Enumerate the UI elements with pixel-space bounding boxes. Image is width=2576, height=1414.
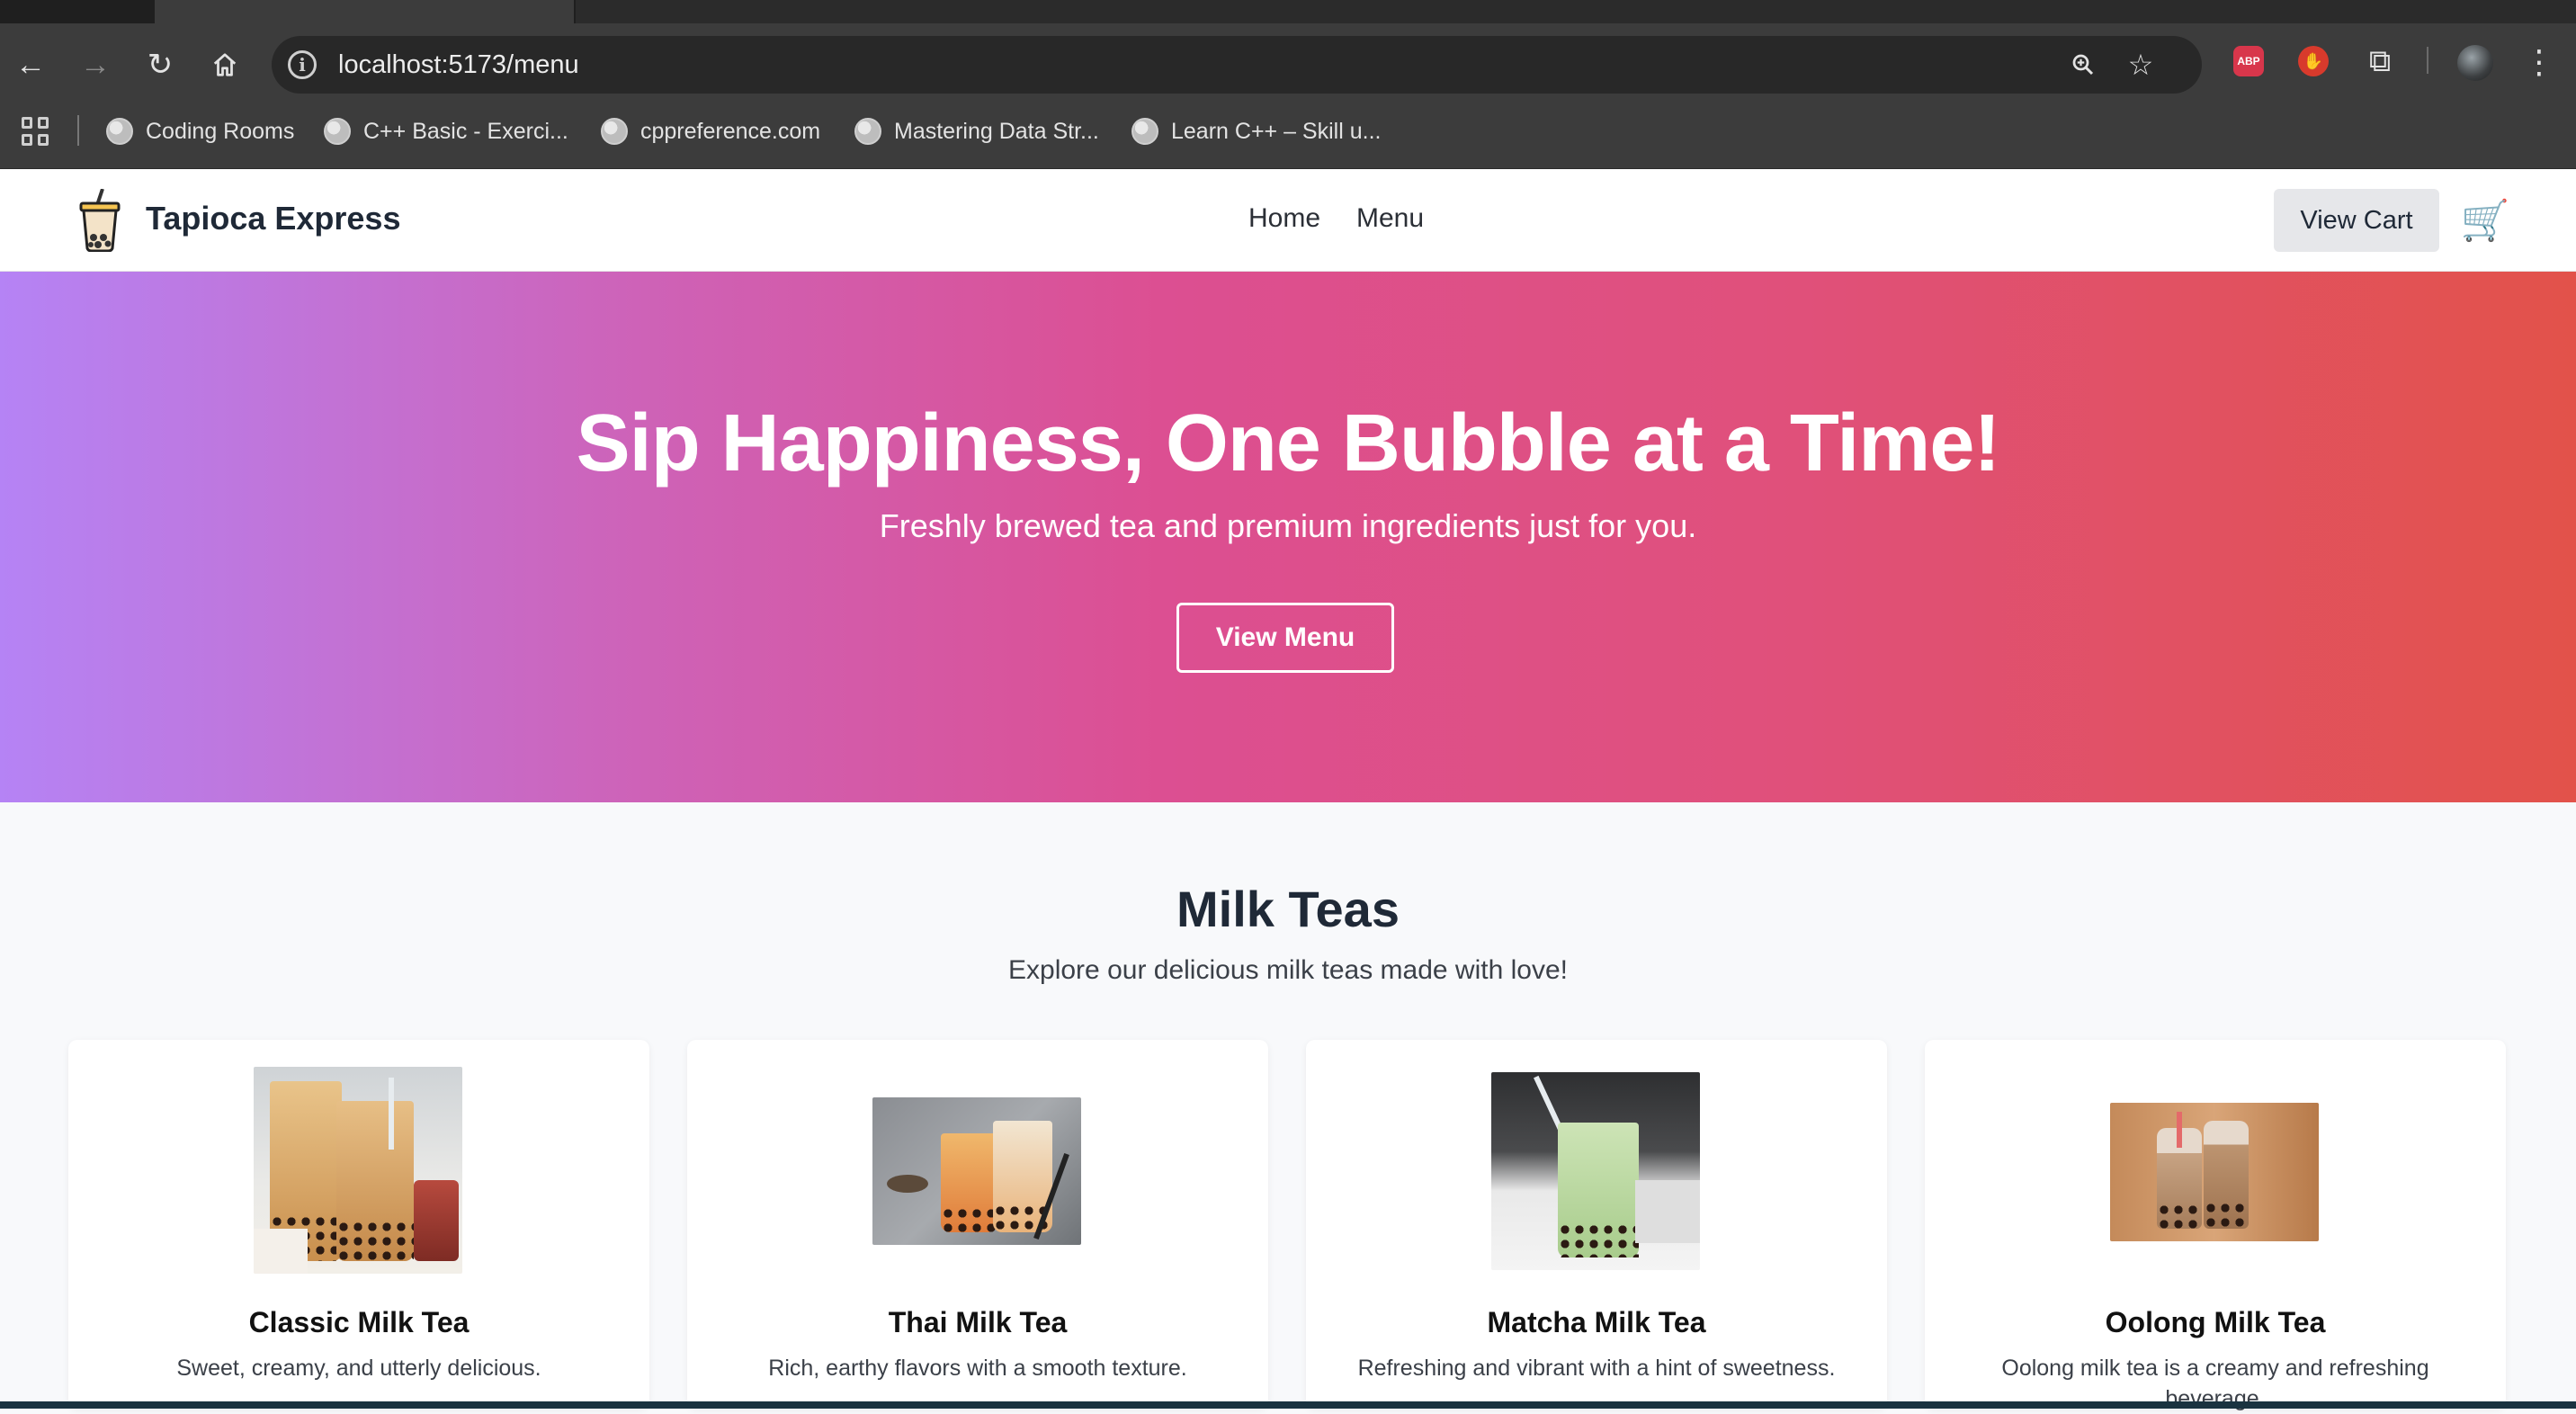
apps-grid-icon[interactable] bbox=[22, 117, 50, 146]
bookmark-cpp-basic[interactable]: C++ Basic - Exerci... bbox=[324, 113, 568, 149]
product-name: Classic Milk Tea bbox=[248, 1306, 470, 1338]
bookmark-mastering-data[interactable]: Mastering Data Str... bbox=[854, 113, 1099, 149]
brand-name[interactable]: Tapioca Express bbox=[146, 200, 400, 237]
thai-milk-tea-image bbox=[872, 1097, 1081, 1245]
section-subtitle: Explore our delicious milk teas made wit… bbox=[1008, 955, 1568, 985]
tab-strip bbox=[0, 0, 2576, 23]
window-bottom-edge bbox=[0, 1401, 2576, 1409]
product-card[interactable]: Classic Milk Tea Sweet, creamy, and utte… bbox=[68, 1040, 649, 1409]
product-description: Rich, earthy flavors with a smooth textu… bbox=[768, 1356, 1187, 1381]
classic-milk-tea-image bbox=[254, 1067, 462, 1274]
stop-hand-extension-icon[interactable]: ✋ bbox=[2295, 43, 2331, 79]
globe-icon bbox=[601, 118, 628, 145]
globe-icon bbox=[854, 118, 881, 145]
shopping-cart-icon[interactable]: 🛒 bbox=[2461, 196, 2510, 245]
bookmark-label: cppreference.com bbox=[640, 118, 821, 144]
browser-toolbar: ← → ↻ i localhost:5173/menu ☆ bbox=[0, 23, 2576, 106]
reload-icon[interactable]: ↻ bbox=[135, 40, 185, 90]
product-card[interactable]: Oolong Milk Tea Oolong milk tea is a cre… bbox=[1925, 1040, 2506, 1411]
product-name: Matcha Milk Tea bbox=[1487, 1306, 1706, 1338]
product-card[interactable]: Thai Milk Tea Rich, earthy flavors with … bbox=[687, 1040, 1268, 1409]
bookmark-label: Coding Rooms bbox=[146, 118, 295, 144]
active-tab[interactable] bbox=[155, 0, 574, 23]
bookmarks-divider bbox=[77, 115, 79, 146]
bookmark-learn-cpp[interactable]: Learn C++ – Skill u... bbox=[1131, 113, 1381, 149]
adblock-extension-icon[interactable]: ABP bbox=[2231, 43, 2267, 79]
extensions-puzzle-icon[interactable]: ⧉ bbox=[2362, 43, 2398, 79]
product-description: Sweet, creamy, and utterly delicious. bbox=[176, 1356, 541, 1381]
view-menu-button[interactable]: View Menu bbox=[1176, 603, 1394, 673]
bookmark-cppreference[interactable]: cppreference.com bbox=[601, 113, 820, 149]
product-description: Refreshing and vibrant with a hint of sw… bbox=[1357, 1356, 1836, 1381]
section-title: Milk Teas bbox=[1176, 881, 1400, 937]
nav-menu-link[interactable]: Menu bbox=[1356, 203, 1424, 234]
toolbar-divider bbox=[2427, 47, 2428, 74]
matcha-milk-tea-image bbox=[1491, 1072, 1700, 1270]
bookmark-label: C++ Basic - Exerci... bbox=[363, 118, 568, 144]
browser-menu-icon[interactable]: ⋮ bbox=[2523, 40, 2555, 85]
bookmark-label: Learn C++ – Skill u... bbox=[1171, 118, 1382, 144]
bookmark-star-icon[interactable]: ☆ bbox=[2123, 47, 2159, 83]
nav-home-link[interactable]: Home bbox=[1248, 203, 1320, 234]
globe-icon bbox=[106, 118, 133, 145]
zoom-icon[interactable] bbox=[2065, 47, 2101, 83]
globe-icon bbox=[324, 118, 351, 145]
back-icon[interactable]: ← bbox=[5, 40, 56, 90]
hero-banner: Sip Happiness, One Bubble at a Time! Fre… bbox=[0, 272, 2576, 802]
forward-icon[interactable]: → bbox=[70, 40, 121, 90]
product-name: Thai Milk Tea bbox=[888, 1306, 1068, 1338]
hero-subtitle: Freshly brewed tea and premium ingredien… bbox=[879, 507, 1697, 544]
site-header: Tapioca Express Home Menu View Cart 🛒 bbox=[0, 169, 2576, 272]
view-cart-button[interactable]: View Cart bbox=[2274, 189, 2439, 252]
tab-strip-background bbox=[576, 0, 2576, 23]
bookmark-coding-rooms[interactable]: Coding Rooms bbox=[106, 113, 294, 149]
home-icon[interactable] bbox=[200, 40, 250, 90]
bookmark-label: Mastering Data Str... bbox=[894, 118, 1099, 144]
profile-avatar[interactable] bbox=[2457, 45, 2493, 81]
hero-title: Sip Happiness, One Bubble at a Time! bbox=[576, 398, 2001, 488]
product-name: Oolong Milk Tea bbox=[2105, 1306, 2326, 1338]
bubble-tea-logo-icon[interactable] bbox=[76, 188, 124, 253]
globe-icon bbox=[1131, 118, 1158, 145]
site-info-icon[interactable]: i bbox=[288, 50, 317, 79]
address-bar[interactable]: i localhost:5173/menu ☆ bbox=[272, 36, 2202, 94]
adblock-label: ABP bbox=[2233, 46, 2264, 76]
oolong-milk-tea-image bbox=[2110, 1103, 2319, 1241]
url-text[interactable]: localhost:5173/menu bbox=[338, 50, 579, 80]
product-card[interactable]: Matcha Milk Tea Refreshing and vibrant w… bbox=[1306, 1040, 1887, 1409]
